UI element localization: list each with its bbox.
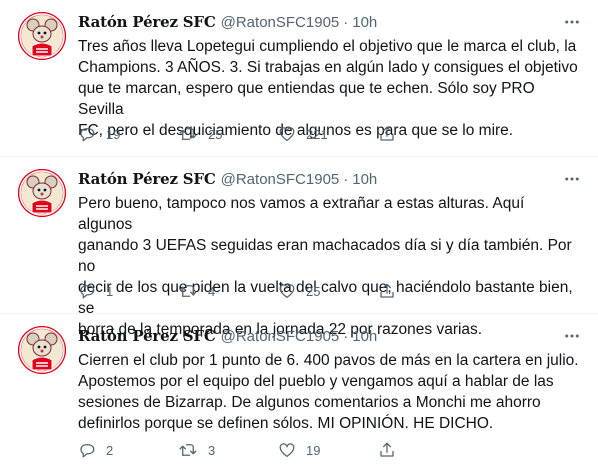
avatar[interactable] bbox=[18, 169, 66, 217]
reply-button[interactable]: 2 bbox=[78, 441, 178, 459]
tweet-text: Cierren el club por 1 punto de 6. 400 pa… bbox=[78, 352, 579, 432]
like-count: 221 bbox=[306, 126, 328, 142]
tweet-header: Ratón Pérez SFC @RatonSFC1905 · 10h bbox=[78, 12, 558, 32]
mouse-mascot-icon bbox=[18, 12, 66, 60]
retweet-icon bbox=[179, 128, 197, 140]
tweet-actions: 2 3 19 bbox=[78, 440, 580, 460]
header-separator: · bbox=[343, 327, 349, 345]
like-button[interactable]: 19 bbox=[278, 441, 378, 459]
tweet[interactable]: Ratón Pérez SFC @RatonSFC1905 · 10h Pero… bbox=[0, 157, 598, 338]
author-name[interactable]: Ratón Pérez SFC bbox=[78, 170, 216, 188]
more-button[interactable] bbox=[562, 169, 582, 189]
tweet-timestamp[interactable]: 10h bbox=[352, 328, 377, 345]
mouse-mascot-icon bbox=[18, 326, 66, 374]
reply-count: 19 bbox=[106, 126, 121, 142]
retweet-button[interactable]: 4 bbox=[178, 282, 278, 300]
like-button[interactable]: 25 bbox=[278, 282, 378, 300]
retweet-count: 4 bbox=[208, 283, 216, 299]
retweet-button[interactable]: 3 bbox=[178, 441, 278, 459]
more-button[interactable] bbox=[562, 326, 582, 346]
tweet-thread: Ratón Pérez SFC @RatonSFC1905 · 10h Tres… bbox=[0, 0, 598, 472]
reply-button[interactable]: 1 bbox=[78, 282, 178, 300]
mouse-mascot-icon bbox=[18, 169, 66, 217]
more-icon bbox=[565, 334, 579, 338]
share-icon bbox=[380, 283, 394, 298]
tweet-timestamp[interactable]: 10h bbox=[352, 171, 377, 188]
reply-count: 1 bbox=[106, 283, 114, 299]
tweet-actions: 19 25 221 bbox=[78, 124, 580, 144]
reply-button[interactable]: 19 bbox=[78, 125, 178, 143]
reply-icon bbox=[80, 128, 95, 142]
retweet-count: 25 bbox=[208, 126, 223, 142]
reply-count: 2 bbox=[106, 442, 114, 458]
share-icon bbox=[380, 126, 394, 141]
author-name[interactable]: Ratón Pérez SFC bbox=[78, 327, 216, 345]
avatar[interactable] bbox=[18, 12, 66, 60]
like-icon bbox=[279, 127, 295, 142]
retweet-count: 3 bbox=[208, 442, 216, 458]
like-count: 19 bbox=[306, 442, 321, 458]
author-handle[interactable]: @RatonSFC1905 bbox=[221, 328, 340, 345]
tweet[interactable]: Ratón Pérez SFC @RatonSFC1905 · 10h Tres… bbox=[0, 0, 598, 157]
tweet-actions: 1 4 25 bbox=[78, 281, 580, 301]
share-button[interactable] bbox=[378, 282, 406, 300]
reply-icon bbox=[80, 285, 95, 299]
like-icon bbox=[279, 443, 295, 458]
avatar[interactable] bbox=[18, 326, 66, 374]
header-separator: · bbox=[343, 13, 349, 31]
tweet[interactable]: Ratón Pérez SFC @RatonSFC1905 · 10h Cier… bbox=[0, 314, 598, 472]
more-icon bbox=[565, 20, 579, 24]
share-button[interactable] bbox=[378, 441, 406, 459]
reply-icon bbox=[80, 444, 95, 458]
header-separator: · bbox=[343, 170, 349, 188]
more-icon bbox=[565, 177, 579, 181]
retweet-button[interactable]: 25 bbox=[178, 125, 278, 143]
retweet-icon bbox=[179, 285, 197, 297]
author-handle[interactable]: @RatonSFC1905 bbox=[221, 171, 340, 188]
like-count: 25 bbox=[306, 283, 321, 299]
like-icon bbox=[279, 284, 295, 299]
tweet-header: Ratón Pérez SFC @RatonSFC1905 · 10h bbox=[78, 169, 558, 189]
share-icon bbox=[380, 442, 394, 457]
like-button[interactable]: 221 bbox=[278, 125, 378, 143]
tweet-header: Ratón Pérez SFC @RatonSFC1905 · 10h bbox=[78, 326, 558, 346]
author-handle[interactable]: @RatonSFC1905 bbox=[221, 14, 340, 31]
author-name[interactable]: Ratón Pérez SFC bbox=[78, 13, 216, 31]
share-button[interactable] bbox=[378, 125, 406, 143]
retweet-icon bbox=[179, 444, 197, 456]
tweet-timestamp[interactable]: 10h bbox=[352, 14, 377, 31]
more-button[interactable] bbox=[562, 12, 582, 32]
